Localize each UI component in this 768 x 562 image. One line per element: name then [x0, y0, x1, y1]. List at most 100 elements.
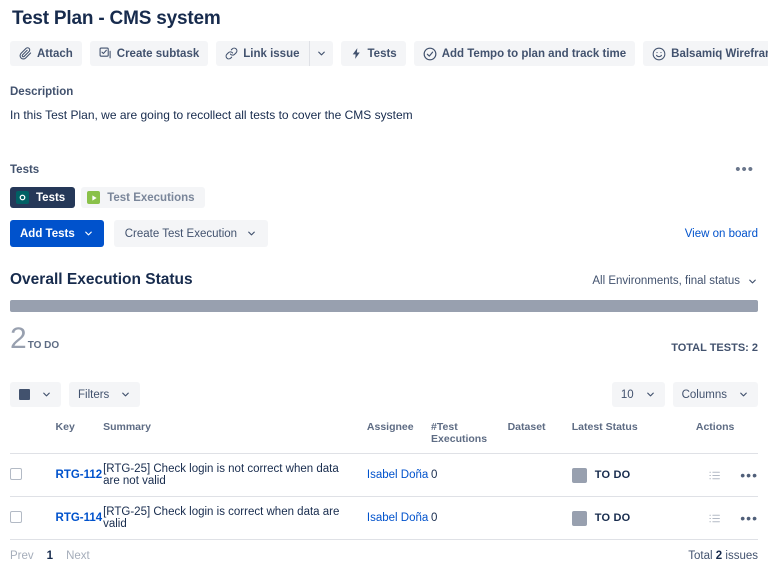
add-tempo-label: Add Tempo to plan and track time [441, 47, 627, 60]
tests-button[interactable]: Tests [340, 41, 406, 66]
color-select-button[interactable] [10, 382, 61, 407]
row-checkbox[interactable] [10, 467, 22, 480]
subtask-icon [99, 47, 112, 60]
table-filters-right: 10 Columns [611, 382, 758, 407]
filters-button[interactable]: Filters [69, 382, 141, 407]
total-tests-label: TOTAL TESTS: 2 [671, 342, 758, 354]
add-tempo-button[interactable]: Add Tempo to plan and track time [413, 41, 636, 66]
color-swatch-icon [19, 389, 30, 400]
row-summary-cell: [RTG-25] Check login is correct when dat… [103, 496, 367, 540]
table-row: RTG-114 [RTG-25] Check login is correct … [10, 496, 758, 540]
chevron-down-icon [246, 228, 257, 239]
create-test-execution-button[interactable]: Create Test Execution [113, 220, 269, 247]
row-select-cell [10, 453, 56, 497]
link-icon [225, 47, 238, 60]
row-assignee-cell: Isabel Doña [366, 453, 432, 497]
table-header-row: Key Summary Assignee #Test Executions Da… [10, 421, 758, 454]
tests-action-bar-left: Add Tests Create Test Execution [10, 220, 269, 247]
column-header-actions: Actions [695, 421, 758, 454]
pagination-controls: Prev 1 Next [10, 550, 90, 562]
chevron-down-icon [316, 48, 327, 59]
create-subtask-button[interactable]: Create subtask [89, 41, 209, 66]
column-header-assignee: Assignee [366, 421, 432, 454]
attach-label: Attach [37, 47, 73, 60]
row-more-actions-button[interactable]: ••• [740, 468, 758, 482]
row-key-cell: RTG-114 [55, 496, 104, 540]
tests-table-body: RTG-112 [RTG-25] Check login is not corr… [10, 453, 758, 540]
attach-button[interactable]: Attach [10, 41, 82, 66]
page-size-select[interactable]: 10 [611, 382, 665, 407]
list-view-icon[interactable] [708, 469, 721, 482]
check-circle-icon [423, 47, 437, 61]
environment-filter-dropdown[interactable]: All Environments, final status [592, 275, 758, 287]
overall-execution-status-title: Overall Execution Status [10, 271, 193, 288]
link-issue-caret-button[interactable] [308, 41, 333, 66]
tests-panel-header: Tests ••• [10, 162, 758, 177]
pagination-total-suffix: issues [725, 550, 758, 562]
row-actions-cell: ••• [695, 453, 758, 497]
pagination-prev-button[interactable]: Prev [10, 550, 34, 562]
chevron-down-icon [645, 389, 656, 400]
tab-tests[interactable]: Tests [10, 187, 76, 208]
list-view-icon[interactable] [708, 512, 721, 525]
tests-panel-more-button[interactable]: ••• [731, 162, 758, 177]
pagination-total: Total 2 issues [688, 550, 758, 562]
lightning-icon [350, 47, 363, 60]
balsamiq-wireframes-button[interactable]: Balsamiq Wireframes [643, 41, 768, 66]
row-actions: ••• [696, 468, 758, 482]
status-badge-label: TO DO [594, 469, 631, 481]
row-test-executions-cell: 0 [431, 496, 508, 540]
status-stat-todo: 2 TO DO [10, 324, 59, 354]
issue-page: Test Plan - CMS system Attach Create sub… [0, 8, 768, 562]
chevron-down-icon [83, 228, 94, 239]
row-checkbox[interactable] [10, 510, 22, 523]
chevron-down-icon [747, 276, 758, 287]
row-dataset-cell [507, 496, 572, 540]
row-key-cell: RTG-112 [55, 453, 104, 497]
table-filters-row: Filters 10 Columns [10, 382, 758, 407]
issue-key-link[interactable]: RTG-112 [56, 469, 103, 481]
tests-tabbar: Tests Test Executions [10, 187, 758, 208]
row-latest-status-cell: TO DO [571, 453, 696, 497]
row-actions: ••• [696, 511, 758, 525]
row-actions-cell: ••• [695, 496, 758, 540]
tab-test-executions-label: Test Executions [107, 191, 195, 204]
execution-status-stats: 2 TO DO TOTAL TESTS: 2 [10, 324, 758, 355]
tab-tests-label: Tests [36, 191, 66, 204]
description-label: Description [10, 86, 74, 98]
pagination-next-button[interactable]: Next [66, 550, 90, 562]
status-badge: TO DO [571, 467, 696, 483]
issue-toolbar: Attach Create subtask Link issue Tests A… [10, 41, 768, 66]
row-more-actions-button[interactable]: ••• [740, 511, 758, 525]
link-issue-label: Link issue [243, 47, 300, 60]
add-tests-button[interactable]: Add Tests [10, 220, 104, 247]
row-dataset-cell [507, 453, 572, 497]
balsamiq-wireframes-label: Balsamiq Wireframes [671, 47, 768, 60]
page-size-value: 10 [620, 388, 634, 401]
link-issue-button[interactable]: Link issue [216, 41, 309, 66]
status-stat-label: TO DO [27, 340, 60, 351]
pagination-total-count: 2 [715, 550, 723, 562]
progress-segment-todo [10, 300, 758, 312]
tests-action-bar: Add Tests Create Test Execution View on … [10, 220, 758, 247]
columns-button[interactable]: Columns [672, 382, 758, 407]
row-assignee-cell: Isabel Doña [366, 496, 432, 540]
tab-test-executions[interactable]: Test Executions [81, 187, 205, 208]
filters-label: Filters [78, 388, 110, 401]
columns-label: Columns [681, 388, 727, 401]
column-header-test-executions: #Test Executions [431, 421, 508, 454]
assignee-link[interactable]: Isabel Doña [367, 512, 428, 524]
create-test-execution-label: Create Test Execution [124, 227, 238, 240]
chevron-down-icon [41, 389, 52, 400]
executions-play-icon [87, 191, 101, 204]
smiley-icon [652, 47, 666, 61]
table-filters-left: Filters [10, 382, 141, 407]
column-header-summary: Summary [103, 421, 367, 454]
assignee-link[interactable]: Isabel Doña [367, 469, 428, 481]
environment-filter-label: All Environments, final status [592, 275, 740, 287]
pagination-page-1[interactable]: 1 [47, 550, 53, 562]
view-on-board-link[interactable]: View on board [685, 228, 758, 240]
tests-table: Key Summary Assignee #Test Executions Da… [10, 421, 758, 540]
row-summary-cell: [RTG-25] Check login is not correct when… [103, 453, 367, 497]
issue-key-link[interactable]: RTG-114 [56, 512, 103, 524]
